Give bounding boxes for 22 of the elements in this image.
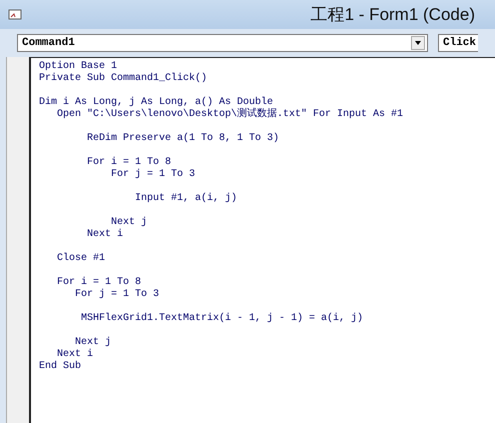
code-window-icon xyxy=(8,8,22,20)
procedure-dropdown[interactable]: Click xyxy=(438,34,478,52)
code-line: End Sub xyxy=(39,361,82,372)
object-dropdown[interactable]: Command1 xyxy=(17,34,428,52)
code-line: Open "C:\Users\lenovo\Desktop\测试数据.txt" For Input As #1 xyxy=(56,109,404,120)
code-line: For i = 1 To 8 xyxy=(56,277,142,288)
code-line: Input #1, a(i, j) xyxy=(134,193,238,204)
code-line: Next i xyxy=(86,229,124,240)
code-line: Option Base 1 xyxy=(39,61,118,72)
code-editor[interactable] xyxy=(29,57,495,423)
code-line: Close #1 xyxy=(56,253,106,264)
code-line: For i = 1 To 8 xyxy=(86,157,172,168)
code-line: ReDim Preserve a(1 To 8, 1 To 3) xyxy=(86,133,280,144)
code-line: Next i xyxy=(56,349,94,360)
code-line: Next j xyxy=(110,217,148,228)
window-title: 工程1 - Form1 (Code) xyxy=(310,4,475,26)
code-line: For j = 1 To 3 xyxy=(74,289,160,300)
code-line: For j = 1 To 3 xyxy=(110,169,196,180)
code-line: Dim i As Long, j As Long, a() As Double xyxy=(39,97,274,108)
code-line: MSHFlexGrid1.TextMatrix(i - 1, j - 1) = a(i, j) xyxy=(80,313,364,324)
code-line: Next j xyxy=(74,337,112,348)
code-line: Private Sub Command1_Click() xyxy=(39,73,208,84)
